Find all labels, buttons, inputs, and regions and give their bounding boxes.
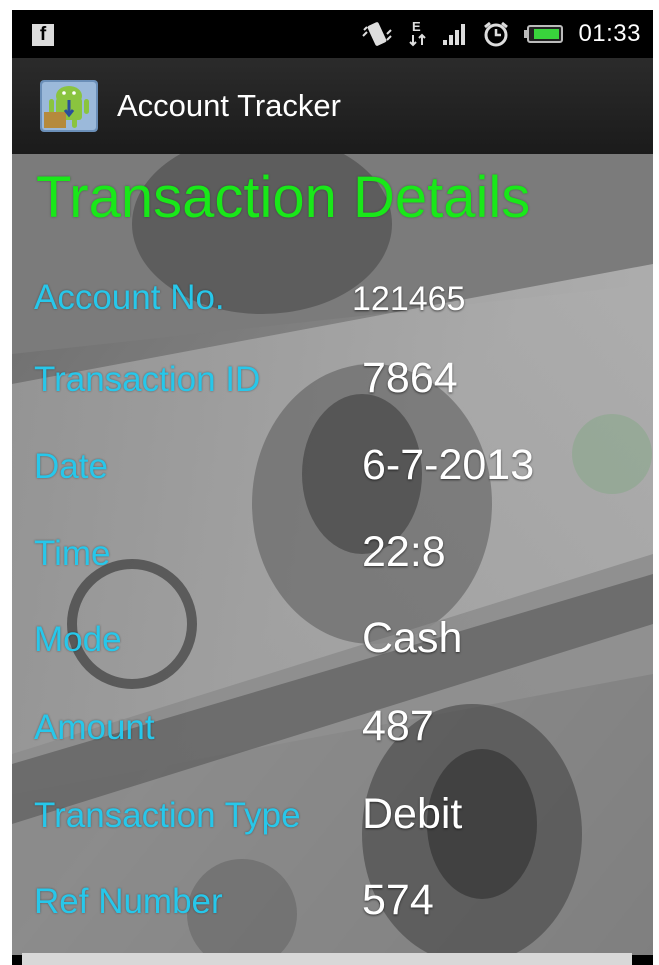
device-screen: f E 01:33 Account Tracker Transaction De…	[12, 10, 653, 965]
field-value: 487	[362, 702, 434, 750]
app-title: Account Tracker	[117, 88, 341, 123]
field-label: Date	[34, 447, 108, 486]
field-value: 574	[362, 876, 434, 924]
field-label: Transaction ID	[34, 360, 261, 399]
field-row-transaction-type: Transaction Type Debit	[12, 790, 653, 850]
field-row-transaction-id: Transaction ID 7864	[12, 354, 653, 414]
field-label: Transaction Type	[34, 796, 301, 835]
status-time: 01:33	[578, 20, 641, 47]
field-row-time: Time 22:8	[12, 528, 653, 588]
alarm-icon	[482, 20, 510, 48]
bottom-scroll-edge	[22, 953, 632, 965]
field-label: Amount	[34, 708, 155, 747]
field-row-amount: Amount 487	[12, 702, 653, 762]
field-value: 121465	[352, 280, 466, 318]
battery-icon	[524, 24, 564, 44]
field-label: Ref Number	[34, 882, 223, 921]
transaction-details-panel: Transaction Details Account No. 121465 T…	[12, 154, 653, 955]
field-row-ref-number: Ref Number 574	[12, 876, 653, 936]
page-title: Transaction Details	[36, 165, 531, 230]
field-row-account-no: Account No. 121465	[12, 272, 653, 332]
facebook-icon: f	[32, 24, 54, 46]
field-value: 6-7-2013	[362, 441, 535, 489]
action-bar: Account Tracker	[12, 58, 653, 154]
field-row-date: Date 6-7-2013	[12, 441, 653, 501]
status-bar: f E 01:33	[12, 10, 653, 58]
android-app-icon[interactable]	[38, 76, 100, 134]
field-label: Mode	[34, 620, 122, 659]
field-value: Cash	[362, 614, 463, 662]
field-label: Account No.	[34, 278, 225, 317]
edge-data-icon: E	[408, 19, 428, 49]
svg-text:E: E	[412, 19, 421, 34]
vibrate-icon	[360, 20, 394, 48]
status-icons: E 01:33	[360, 18, 641, 50]
signal-icon	[442, 22, 468, 46]
field-row-mode: Mode Cash	[12, 614, 653, 674]
field-label: Time	[34, 534, 111, 573]
field-value: 7864	[362, 354, 458, 402]
field-value: Debit	[362, 790, 463, 838]
field-value: 22:8	[362, 528, 446, 576]
